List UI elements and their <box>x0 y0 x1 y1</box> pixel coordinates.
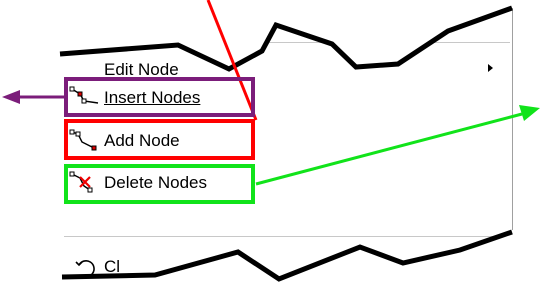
screenshot-canvas: Edit Node Insert Nodes Add Node Delete N… <box>0 0 543 297</box>
torn-edge-bottom-mask <box>0 230 543 297</box>
annotation-arrow-purple-head <box>2 90 20 104</box>
highlight-box-add-node <box>64 119 255 160</box>
highlight-box-insert-nodes <box>64 77 255 117</box>
highlight-box-delete-nodes <box>64 164 255 204</box>
annotation-arrow-green-head <box>519 105 540 121</box>
annotation-arrow-green <box>255 112 523 186</box>
